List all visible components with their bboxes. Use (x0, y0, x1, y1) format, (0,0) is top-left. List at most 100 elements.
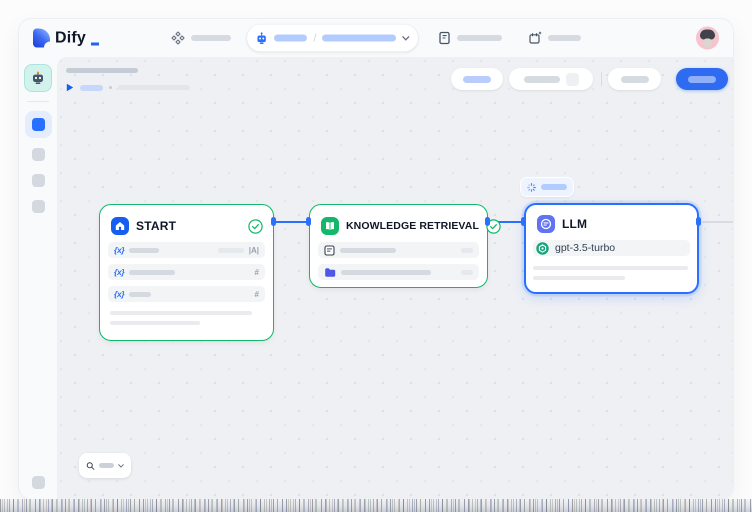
preview-split-button[interactable] (509, 68, 593, 90)
variable-name-skeleton (129, 292, 151, 297)
toolbar-divider (601, 72, 602, 86)
connection-handle[interactable] (306, 217, 311, 226)
openai-icon (536, 242, 549, 255)
model-selector-row[interactable]: gpt-3.5-turbo (533, 240, 690, 256)
node-title: KNOWLEDGE RETRIEVAL (346, 220, 479, 232)
sidebar-settings-skeleton[interactable] (32, 476, 45, 489)
workflow-title-skeleton (66, 68, 138, 73)
folder-icon (324, 267, 336, 278)
variable-name-skeleton (129, 248, 159, 253)
variable-icon: {x} (114, 245, 124, 255)
left-sidebar (19, 57, 57, 499)
button-label-skeleton (621, 76, 649, 83)
home-icon (111, 217, 129, 235)
edge-start-to-knowledge[interactable] (276, 221, 308, 223)
dataset-row[interactable] (318, 242, 479, 258)
variable-type: # (255, 268, 259, 277)
publish-nav-item[interactable] (528, 31, 581, 45)
node-title: START (136, 219, 176, 233)
node-header: START (100, 205, 273, 242)
spinner-icon (527, 182, 536, 193)
variable-icon: {x} (114, 289, 124, 299)
dataset-name-skeleton (341, 270, 431, 275)
dify-app-window: Dify (18, 18, 734, 500)
variable-value-skeleton (218, 248, 244, 253)
publish-primary-button[interactable] (676, 68, 728, 90)
app-switcher[interactable]: / (247, 25, 418, 52)
variable-row[interactable]: {x} # (108, 286, 265, 302)
dify-logo-cursor (91, 42, 99, 46)
dify-logo[interactable]: Dify (33, 29, 99, 48)
orchestrate-nav-item[interactable] (171, 31, 231, 45)
dify-logo-text: Dify (55, 30, 86, 48)
document-icon (324, 245, 335, 256)
calendar-sparkle-icon (528, 31, 542, 45)
api-reference-nav-item[interactable] (438, 31, 502, 45)
features-button[interactable] (451, 68, 503, 90)
zoom-control[interactable] (79, 453, 131, 478)
description-skeleton (533, 266, 688, 270)
dataset-meta-skeleton (461, 270, 473, 275)
play-icon[interactable] (66, 83, 74, 92)
workflow-name-skeleton (322, 35, 396, 42)
node-knowledge-retrieval[interactable]: KNOWLEDGE RETRIEVAL (309, 204, 488, 288)
button-label-skeleton (524, 76, 560, 83)
sidebar-item-skeleton[interactable] (32, 174, 45, 187)
connection-handle[interactable] (521, 217, 526, 226)
node-title: LLM (562, 217, 587, 231)
node-header: LLM (526, 205, 697, 240)
workflow-canvas[interactable]: START {x} |A| {x} (57, 57, 734, 500)
dataset-row[interactable] (318, 264, 479, 280)
chevron-down-icon (118, 463, 124, 469)
nav-label-skeleton (548, 35, 581, 41)
nav-label-skeleton (457, 35, 502, 41)
current-app-icon[interactable] (24, 64, 52, 92)
llm-icon (537, 215, 555, 233)
button-label-skeleton (463, 76, 491, 83)
sidebar-item-skeleton[interactable] (32, 200, 45, 213)
button-label-skeleton (688, 76, 716, 83)
node-llm[interactable]: LLM gpt-3.5-turbo (524, 203, 699, 294)
running-status-badge (520, 177, 574, 197)
running-label-skeleton (541, 184, 567, 190)
run-label-skeleton (80, 85, 103, 91)
four-diamonds-icon (171, 31, 185, 45)
top-navigation-bar: Dify (19, 19, 733, 57)
success-check-icon (248, 219, 263, 234)
sidebar-divider (27, 101, 49, 102)
chevron-down-icon (402, 35, 410, 41)
dataset-name-skeleton (340, 248, 396, 253)
variable-name-skeleton (129, 270, 175, 275)
description-skeleton (110, 311, 252, 315)
run-status-row (66, 83, 190, 92)
robot-icon (255, 31, 268, 45)
variable-type: |A| (249, 246, 259, 255)
sidebar-item-skeleton[interactable] (32, 148, 45, 161)
open-book-icon (321, 217, 339, 235)
node-start[interactable]: START {x} |A| {x} (99, 204, 274, 341)
variable-icon: {x} (114, 267, 124, 277)
connection-handle[interactable] (485, 217, 490, 226)
description-skeleton (110, 321, 200, 325)
button-icon-skeleton[interactable] (566, 73, 579, 86)
dify-logo-icon (33, 29, 50, 48)
variable-row[interactable]: {x} |A| (108, 242, 265, 258)
notebook-icon (438, 31, 451, 45)
connection-handle[interactable] (271, 217, 276, 226)
connection-handle[interactable] (696, 217, 701, 226)
bottom-noise-texture (0, 499, 752, 512)
magnifier-icon (86, 460, 95, 472)
edge-llm-outgoing[interactable] (702, 221, 734, 223)
run-meta-skeleton (118, 85, 190, 90)
nav-label-skeleton (191, 35, 231, 41)
description-skeleton (533, 276, 625, 280)
zoom-level-skeleton (99, 463, 114, 468)
user-avatar[interactable] (696, 27, 719, 50)
sidebar-item-workflow-active[interactable] (25, 111, 52, 138)
variable-row[interactable]: {x} # (108, 264, 265, 280)
screenshot-background: Dify (0, 0, 752, 512)
model-name: gpt-3.5-turbo (555, 242, 615, 254)
secondary-action-button[interactable] (608, 68, 661, 90)
avatar-face (703, 39, 712, 48)
dataset-meta-skeleton (461, 248, 473, 253)
